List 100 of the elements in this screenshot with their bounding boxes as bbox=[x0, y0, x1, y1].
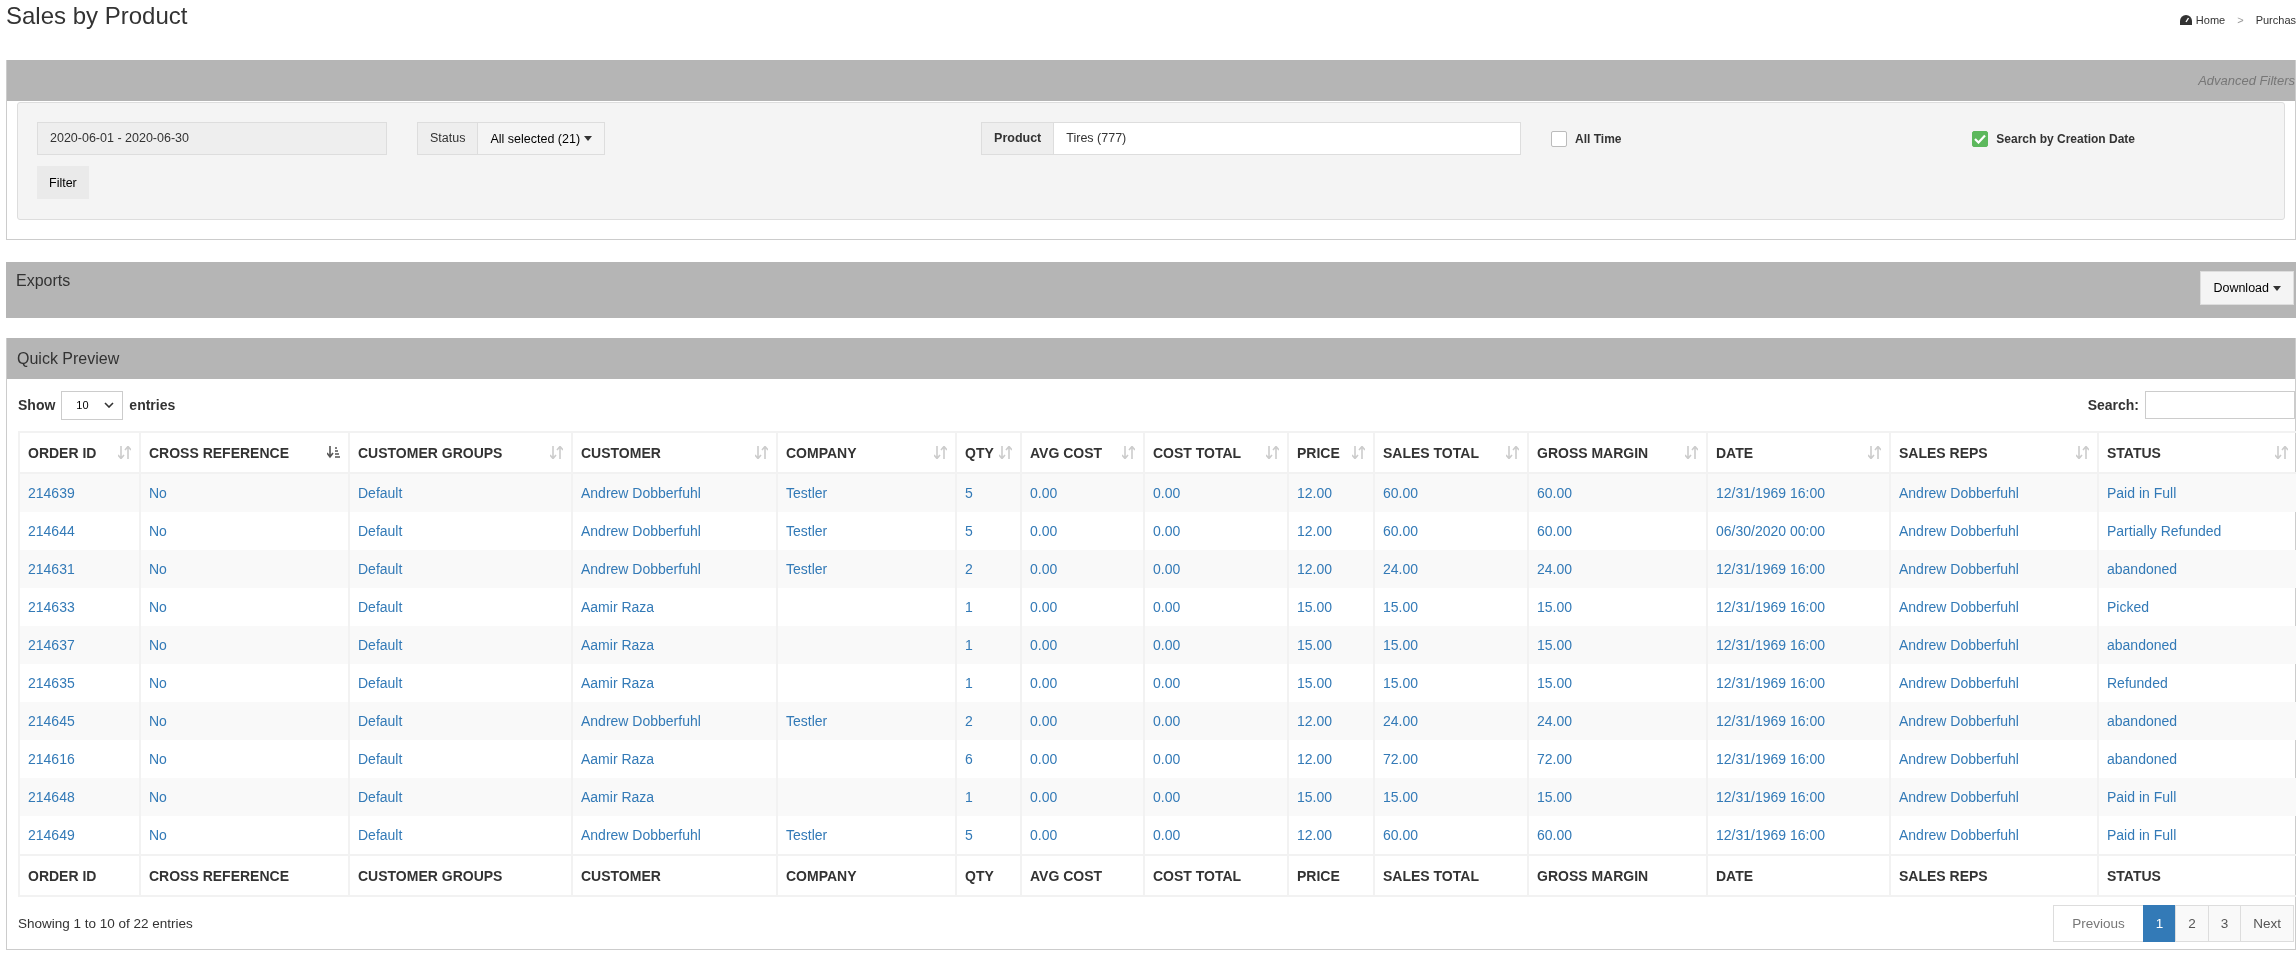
table-link[interactable]: 214635 bbox=[28, 675, 75, 691]
table-link[interactable]: 214616 bbox=[28, 751, 75, 767]
table-link[interactable]: Default bbox=[358, 637, 403, 653]
table-link[interactable]: 0.00 bbox=[1030, 827, 1058, 843]
table-link[interactable]: Default bbox=[358, 523, 403, 539]
table-link[interactable]: 12/31/1969 16:00 bbox=[1716, 675, 1825, 691]
download-button[interactable]: Download bbox=[2200, 271, 2294, 305]
column-header[interactable]: SALES REPS bbox=[1890, 432, 2098, 473]
table-link[interactable]: 15.00 bbox=[1383, 675, 1419, 691]
table-link[interactable]: Default bbox=[358, 713, 403, 729]
table-link[interactable]: 15.00 bbox=[1383, 637, 1419, 653]
table-link[interactable]: Aamir Raza bbox=[581, 637, 655, 653]
table-link[interactable]: Testler bbox=[786, 561, 828, 577]
table-link[interactable]: 24.00 bbox=[1383, 713, 1419, 729]
breadcrumb-link[interactable]: Home bbox=[2195, 14, 2226, 26]
table-link[interactable]: 12.00 bbox=[1297, 751, 1333, 767]
table-link[interactable]: 0.00 bbox=[1030, 523, 1058, 539]
table-link[interactable]: Aamir Raza bbox=[581, 751, 655, 767]
table-link[interactable]: 0.00 bbox=[1030, 485, 1058, 501]
table-link[interactable]: 12.00 bbox=[1297, 485, 1333, 501]
table-link[interactable]: abandoned bbox=[2107, 751, 2178, 767]
table-link[interactable]: 214649 bbox=[28, 827, 75, 843]
table-link[interactable]: 12.00 bbox=[1297, 827, 1333, 843]
table-link[interactable]: 15.00 bbox=[1297, 637, 1333, 653]
table-link[interactable]: 0.00 bbox=[1153, 637, 1181, 653]
table-link[interactable]: 60.00 bbox=[1383, 827, 1419, 843]
table-link[interactable]: 5 bbox=[965, 827, 973, 843]
table-link[interactable]: No bbox=[149, 751, 167, 767]
table-link[interactable]: No bbox=[149, 827, 167, 843]
table-link[interactable]: No bbox=[149, 599, 167, 615]
table-link[interactable]: No bbox=[149, 713, 167, 729]
filter-button[interactable]: Filter bbox=[37, 166, 89, 199]
table-link[interactable]: Refunded bbox=[2107, 675, 2168, 691]
table-link[interactable]: 2 bbox=[965, 713, 973, 729]
table-link[interactable]: Testler bbox=[786, 713, 828, 729]
table-link[interactable]: abandoned bbox=[2107, 561, 2178, 577]
table-link[interactable]: No bbox=[149, 523, 167, 539]
table-link[interactable]: 15.00 bbox=[1383, 599, 1419, 615]
table-link[interactable]: 0.00 bbox=[1153, 599, 1181, 615]
page-size-select[interactable]: 10 bbox=[61, 390, 124, 420]
table-link[interactable]: Andrew Dobberfuhl bbox=[1899, 675, 2019, 691]
table-link[interactable]: Testler bbox=[786, 523, 828, 539]
table-link[interactable]: 15.00 bbox=[1383, 789, 1419, 805]
table-link[interactable]: 6 bbox=[965, 751, 973, 767]
table-link[interactable]: Andrew Dobberfuhl bbox=[1899, 827, 2019, 843]
table-link[interactable]: Paid in Full bbox=[2107, 485, 2177, 501]
table-link[interactable]: 60.00 bbox=[1383, 523, 1419, 539]
table-link[interactable]: Testler bbox=[786, 485, 828, 501]
table-link[interactable]: 06/30/2020 00:00 bbox=[1716, 523, 1825, 539]
table-link[interactable]: 72.00 bbox=[1537, 751, 1573, 767]
table-link[interactable]: Default bbox=[358, 751, 403, 767]
table-link[interactable]: 60.00 bbox=[1383, 485, 1419, 501]
search-field[interactable] bbox=[2145, 391, 2295, 419]
table-link[interactable]: abandoned bbox=[2107, 713, 2178, 729]
column-header[interactable]: ORDER ID bbox=[19, 432, 140, 473]
table-link[interactable]: 0.00 bbox=[1030, 751, 1058, 767]
table-link[interactable]: 5 bbox=[965, 523, 973, 539]
table-link[interactable]: 12/31/1969 16:00 bbox=[1716, 827, 1825, 843]
table-link[interactable]: 15.00 bbox=[1537, 675, 1573, 691]
table-link[interactable]: 0.00 bbox=[1153, 485, 1181, 501]
table-link[interactable]: Default bbox=[358, 789, 403, 805]
table-link[interactable]: 15.00 bbox=[1537, 789, 1573, 805]
date-range-field[interactable]: 2020-06-01 - 2020-06-30 bbox=[37, 122, 387, 155]
table-link[interactable]: Default bbox=[358, 827, 403, 843]
table-link[interactable]: 0.00 bbox=[1030, 675, 1058, 691]
table-link[interactable]: 214648 bbox=[28, 789, 75, 805]
table-link[interactable]: 0.00 bbox=[1153, 561, 1181, 577]
table-link[interactable]: Andrew Dobberfuhl bbox=[1899, 751, 2019, 767]
table-link[interactable]: Default bbox=[358, 675, 403, 691]
table-link[interactable]: 0.00 bbox=[1153, 827, 1181, 843]
table-link[interactable]: No bbox=[149, 485, 167, 501]
table-link[interactable]: Testler bbox=[786, 827, 828, 843]
table-link[interactable]: No bbox=[149, 675, 167, 691]
table-link[interactable]: 214645 bbox=[28, 713, 75, 729]
table-link[interactable]: 1 bbox=[965, 637, 973, 653]
table-link[interactable]: 12/31/1969 16:00 bbox=[1716, 751, 1825, 767]
table-link[interactable]: 72.00 bbox=[1383, 751, 1419, 767]
table-link[interactable]: 0.00 bbox=[1030, 561, 1058, 577]
table-link[interactable]: Andrew Dobberfuhl bbox=[581, 523, 701, 539]
table-link[interactable]: Aamir Raza bbox=[581, 675, 655, 691]
table-link[interactable]: 0.00 bbox=[1153, 523, 1181, 539]
table-link[interactable]: 24.00 bbox=[1537, 713, 1573, 729]
table-link[interactable]: 0.00 bbox=[1153, 713, 1181, 729]
table-link[interactable]: 5 bbox=[965, 485, 973, 501]
table-link[interactable]: 0.00 bbox=[1153, 675, 1181, 691]
table-link[interactable]: Default bbox=[358, 599, 403, 615]
table-link[interactable]: Andrew Dobberfuhl bbox=[1899, 599, 2019, 615]
column-header[interactable]: GROSS MARGIN bbox=[1528, 432, 1707, 473]
table-link[interactable]: Paid in Full bbox=[2107, 789, 2177, 805]
table-link[interactable]: 214633 bbox=[28, 599, 75, 615]
table-link[interactable]: 214637 bbox=[28, 637, 75, 653]
table-link[interactable]: 0.00 bbox=[1030, 713, 1058, 729]
pagination-button[interactable]: Previous bbox=[2053, 904, 2144, 942]
table-link[interactable]: 1 bbox=[965, 675, 973, 691]
table-link[interactable]: Paid in Full bbox=[2107, 827, 2177, 843]
table-link[interactable]: 60.00 bbox=[1537, 827, 1573, 843]
table-link[interactable]: 15.00 bbox=[1537, 599, 1573, 615]
table-link[interactable]: abandoned bbox=[2107, 637, 2178, 653]
table-link[interactable]: Picked bbox=[2107, 599, 2150, 615]
pagination-button[interactable]: Next bbox=[2240, 904, 2294, 942]
